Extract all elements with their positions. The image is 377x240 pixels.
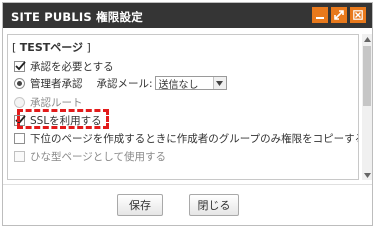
- use-as-template-row[interactable]: ひな型ページとして使用する: [14, 149, 166, 163]
- settings-panel: [ TESTページ ] 承認を必要とする 管理者承認 承認メール: 送信なし 承…: [7, 34, 359, 180]
- approval-route-radio[interactable]: [14, 96, 25, 108]
- checkmark-icon: [15, 60, 26, 70]
- expand-icon: [334, 10, 344, 20]
- permission-dialog: SITE PUBLIS 権限設定 [ TESTページ ] 承認を必要とする 管理…: [2, 2, 373, 226]
- dialog-title: SITE PUBLIS 権限設定: [11, 10, 143, 24]
- copy-group-permission-label: 下位のページを作成するときに作成者のグループのみ権限をコピーする: [30, 132, 359, 145]
- vertical-scrollbar[interactable]: [362, 34, 372, 180]
- scroll-down-arrow-icon[interactable]: [362, 170, 372, 180]
- use-as-template-checkbox[interactable]: [14, 150, 25, 162]
- section-header: [ TESTページ ]: [12, 41, 91, 54]
- ssl-highlight-marker: [17, 109, 109, 129]
- require-approval-label: 承認を必要とする: [30, 60, 114, 73]
- scroll-up-arrow-icon[interactable]: [362, 34, 372, 44]
- chevron-down-icon: [212, 77, 226, 89]
- close-window-button[interactable]: [350, 7, 366, 23]
- close-icon: [353, 10, 363, 20]
- scrollbar-thumb[interactable]: [363, 46, 371, 106]
- close-button[interactable]: 閉じる: [189, 194, 239, 216]
- minimize-icon: [316, 17, 324, 19]
- approval-mail-label: 承認メール:: [96, 77, 153, 90]
- dialog-footer: 保存 閉じる: [3, 184, 372, 226]
- admin-approval-row[interactable]: 管理者承認 承認メール: 送信なし: [14, 76, 227, 91]
- section-name: TESTページ: [19, 41, 84, 54]
- require-approval-row[interactable]: 承認を必要とする: [14, 59, 114, 73]
- approval-mail-select[interactable]: 送信なし: [154, 76, 227, 91]
- require-approval-checkbox[interactable]: [14, 60, 26, 72]
- approval-route-row[interactable]: 承認ルート: [14, 95, 83, 109]
- window-controls: [312, 7, 366, 23]
- minimize-button[interactable]: [312, 7, 328, 23]
- copy-group-permission-checkbox[interactable]: [14, 132, 25, 144]
- use-as-template-label: ひな型ページとして使用する: [30, 150, 166, 163]
- admin-approval-radio[interactable]: [14, 77, 25, 89]
- approval-mail-value: 送信なし: [158, 79, 199, 91]
- admin-approval-label: 管理者承認: [30, 77, 83, 90]
- dialog-titlebar[interactable]: SITE PUBLIS 権限設定: [3, 3, 372, 28]
- maximize-button[interactable]: [331, 7, 347, 23]
- approval-route-label: 承認ルート: [30, 96, 83, 109]
- save-button[interactable]: 保存: [117, 194, 163, 216]
- copy-group-permission-row[interactable]: 下位のページを作成するときに作成者のグループのみ権限をコピーする: [14, 131, 359, 145]
